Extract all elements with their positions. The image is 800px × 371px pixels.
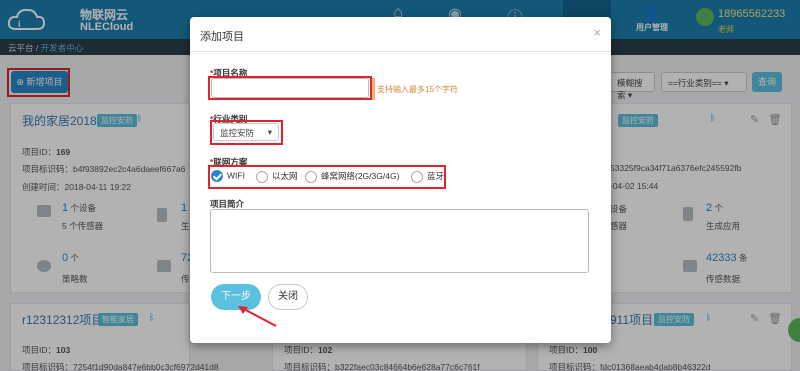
pointer-arrow-icon xyxy=(238,306,277,327)
highlight-frame xyxy=(210,120,283,145)
project-description-textarea[interactable] xyxy=(210,209,589,273)
highlight-frame xyxy=(208,165,446,189)
hint-accent xyxy=(372,78,375,100)
dialog-title: 添加项目 xyxy=(200,31,244,43)
name-hint: 支持输入最多15个字符 xyxy=(377,85,458,94)
highlight-frame xyxy=(208,76,372,100)
dialog-divider xyxy=(190,51,611,52)
close-icon[interactable]: × xyxy=(593,25,601,40)
